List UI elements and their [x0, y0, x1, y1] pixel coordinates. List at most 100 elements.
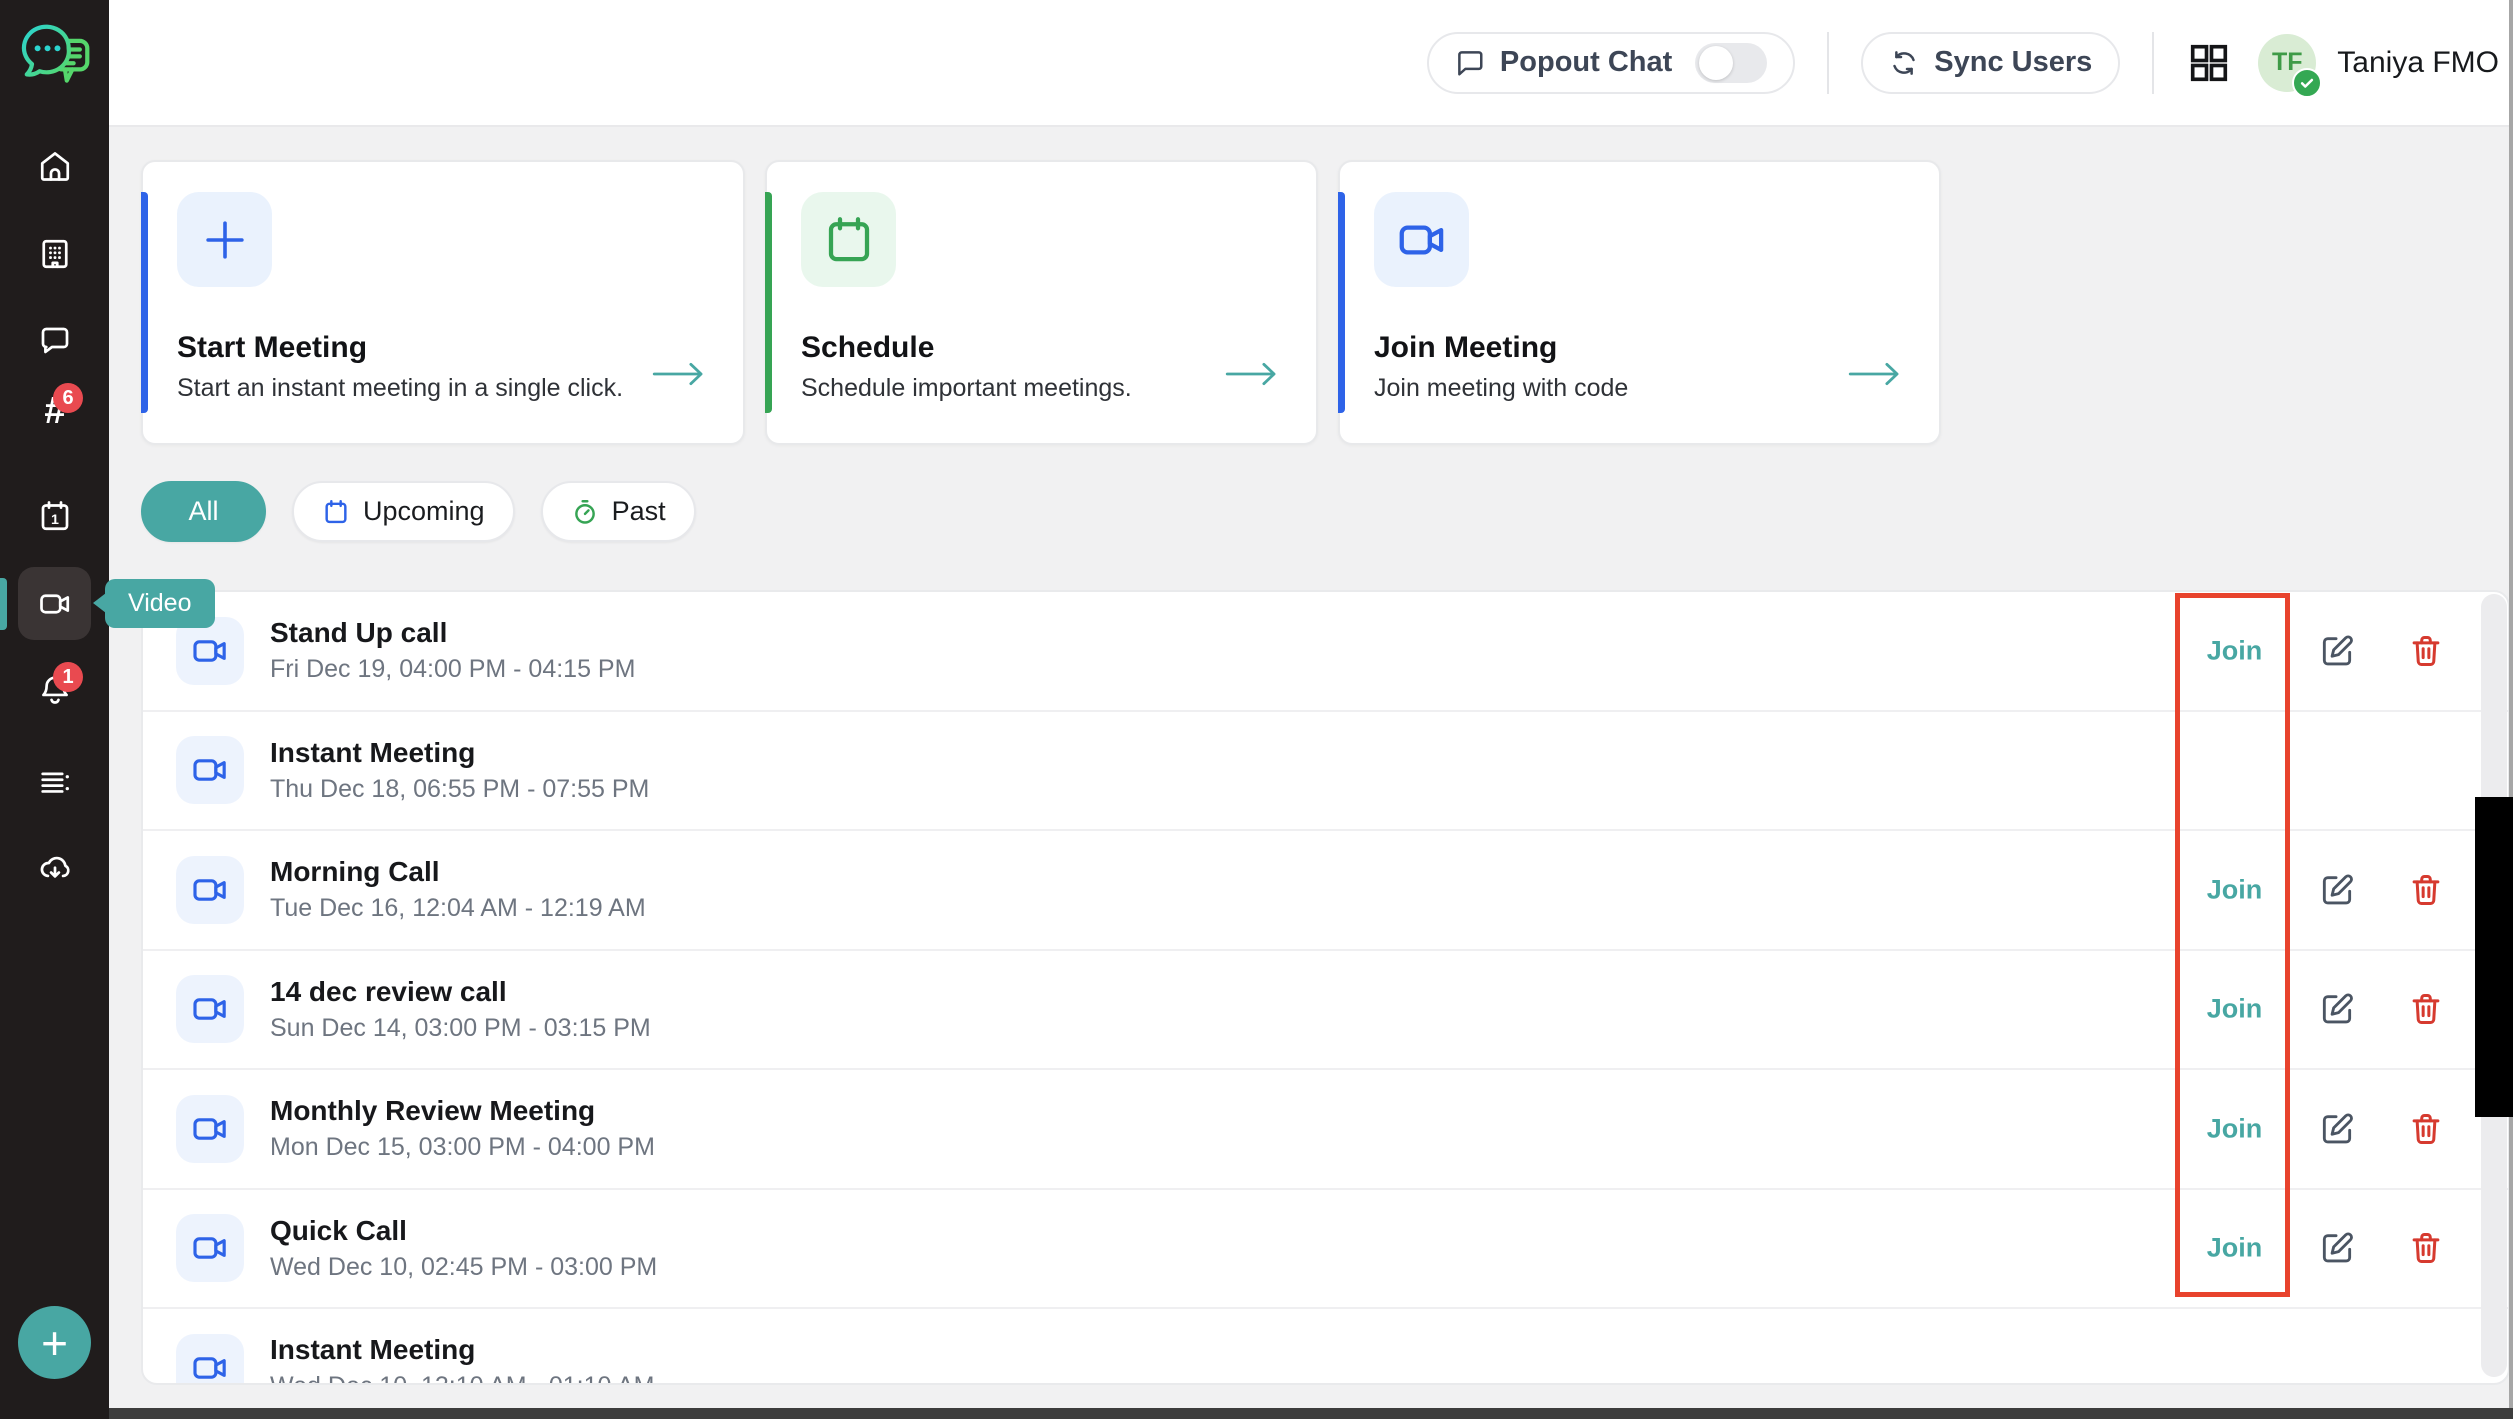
video-tooltip: Video [105, 579, 215, 628]
calendar-icon [801, 192, 896, 287]
meeting-time: Sun Dec 14, 03:00 PM - 03:15 PM [270, 1014, 651, 1043]
online-check-icon [2292, 68, 2322, 98]
meeting-title: Quick Call [270, 1215, 657, 1247]
svg-text:1: 1 [51, 512, 59, 528]
meeting-info: Instant Meeting Thu Dec 18, 06:55 PM - 0… [270, 737, 649, 804]
sidebar-item-calendar[interactable]: 1 [37, 498, 73, 534]
message-square-icon [1455, 48, 1485, 78]
create-new-button[interactable]: + [18, 1306, 91, 1379]
edit-pencil-icon [2318, 1229, 2356, 1267]
edit-meeting-button[interactable] [2318, 871, 2356, 909]
meeting-row: Stand Up call Fri Dec 19, 04:00 PM - 04:… [143, 592, 2508, 712]
meeting-title: Stand Up call [270, 617, 635, 649]
cloud-download-icon [37, 850, 73, 886]
video-icon [176, 1214, 244, 1282]
arrow-right-icon[interactable] [1224, 360, 1280, 388]
trash-icon [2407, 1110, 2445, 1148]
edit-pencil-icon [2318, 1110, 2356, 1148]
redaction-box [2475, 797, 2513, 1117]
card-accent [141, 192, 148, 413]
card-description: Join meeting with code [1374, 374, 1905, 403]
stopwatch-icon [571, 498, 599, 526]
join-meeting-card[interactable]: Join Meeting Join meeting with code [1338, 160, 1941, 445]
calendar-icon [322, 498, 350, 526]
filter-all-label: All [188, 496, 218, 527]
sidebar-active-indicator [0, 578, 7, 630]
meeting-time: Wed Dec 10, 02:45 PM - 03:00 PM [270, 1253, 657, 1282]
delete-meeting-button[interactable] [2407, 1110, 2445, 1148]
user-name: Taniya FMO [2337, 46, 2499, 80]
card-title: Start Meeting [177, 331, 709, 365]
edit-pencil-icon [2318, 871, 2356, 909]
start-meeting-card[interactable]: Start Meeting Start an instant meeting i… [141, 160, 745, 445]
edit-meeting-button[interactable] [2318, 990, 2356, 1028]
meeting-info: Quick Call Wed Dec 10, 02:45 PM - 03:00 … [270, 1215, 657, 1282]
video-icon [37, 586, 73, 622]
delete-meeting-button[interactable] [2407, 632, 2445, 670]
tooltip-arrow [93, 593, 106, 613]
arrow-right-icon[interactable] [1847, 360, 1903, 388]
meeting-filters: All Upcoming Past [141, 481, 696, 542]
card-title: Join Meeting [1374, 331, 1905, 365]
quick-action-cards: Start Meeting Start an instant meeting i… [141, 160, 1941, 445]
sidebar-item-office[interactable] [37, 236, 73, 272]
popout-chat-toggle[interactable] [1695, 43, 1767, 83]
meeting-info: 14 dec review call Sun Dec 14, 03:00 PM … [270, 976, 651, 1043]
edit-pencil-icon [2318, 632, 2356, 670]
card-description: Schedule important meetings. [801, 374, 1282, 403]
video-icon [176, 736, 244, 804]
popout-chat-button[interactable]: Popout Chat [1427, 32, 1795, 94]
sync-users-label: Sync Users [1934, 46, 2092, 79]
schedule-card[interactable]: Schedule Schedule important meetings. [765, 160, 1318, 445]
meeting-title: Morning Call [270, 856, 646, 888]
meeting-title: Instant Meeting [270, 1334, 654, 1366]
card-accent [765, 192, 772, 413]
filter-past-label: Past [612, 496, 666, 527]
join-column-highlight [2175, 593, 2290, 1297]
sidebar-item-chat[interactable] [37, 323, 73, 359]
sync-users-button[interactable]: Sync Users [1861, 32, 2120, 94]
meeting-time: Thu Dec 18, 06:55 PM - 07:55 PM [270, 775, 649, 804]
edit-meeting-button[interactable] [2318, 1229, 2356, 1267]
meeting-row: Monthly Review Meeting Mon Dec 15, 03:00… [143, 1070, 2508, 1190]
trash-icon [2407, 1229, 2445, 1267]
user-avatar[interactable]: TF [2258, 34, 2316, 92]
sidebar-item-home[interactable] [37, 148, 73, 184]
delete-meeting-button[interactable] [2407, 990, 2445, 1028]
card-accent [1338, 192, 1345, 413]
video-icon [176, 975, 244, 1043]
delete-meeting-button[interactable] [2407, 1229, 2445, 1267]
card-description: Start an instant meeting in a single cli… [177, 374, 709, 403]
home-icon [37, 148, 73, 184]
meeting-time: Fri Dec 19, 04:00 PM - 04:15 PM [270, 655, 635, 684]
sidebar: # 6 1 1 + [0, 0, 109, 1419]
apps-grid-button[interactable] [2186, 40, 2232, 86]
edit-meeting-button[interactable] [2318, 632, 2356, 670]
meeting-info: Morning Call Tue Dec 16, 12:04 AM - 12:1… [270, 856, 646, 923]
meeting-row: Quick Call Wed Dec 10, 02:45 PM - 03:00 … [143, 1190, 2508, 1310]
calendar-icon: 1 [37, 498, 73, 534]
tooltip-label: Video [128, 589, 192, 618]
meeting-time: Mon Dec 15, 03:00 PM - 04:00 PM [270, 1133, 655, 1162]
meeting-info: Monthly Review Meeting Mon Dec 15, 03:00… [270, 1095, 655, 1162]
trash-icon [2407, 632, 2445, 670]
popout-chat-label: Popout Chat [1500, 46, 1672, 79]
plus-icon: + [41, 1316, 68, 1370]
meeting-title: Monthly Review Meeting [270, 1095, 655, 1127]
delete-meeting-button[interactable] [2407, 871, 2445, 909]
meeting-info: Stand Up call Fri Dec 19, 04:00 PM - 04:… [270, 617, 635, 684]
window-edge [2509, 0, 2513, 1419]
sidebar-item-cloud[interactable] [37, 850, 73, 886]
chat-icon [37, 323, 73, 359]
sidebar-item-tasks[interactable] [37, 764, 73, 800]
sidebar-item-video[interactable] [37, 586, 73, 622]
window-bottom-bar [109, 1408, 2513, 1419]
edit-meeting-button[interactable] [2318, 1110, 2356, 1148]
trash-icon [2407, 990, 2445, 1028]
arrow-right-icon[interactable] [651, 360, 707, 388]
meeting-time: Wed Dec 10, 12:10 AM - 01:10 AM [270, 1372, 654, 1385]
topbar-divider [1827, 32, 1829, 94]
filter-past[interactable]: Past [541, 481, 696, 542]
filter-upcoming[interactable]: Upcoming [292, 481, 515, 542]
filter-all[interactable]: All [141, 481, 266, 542]
